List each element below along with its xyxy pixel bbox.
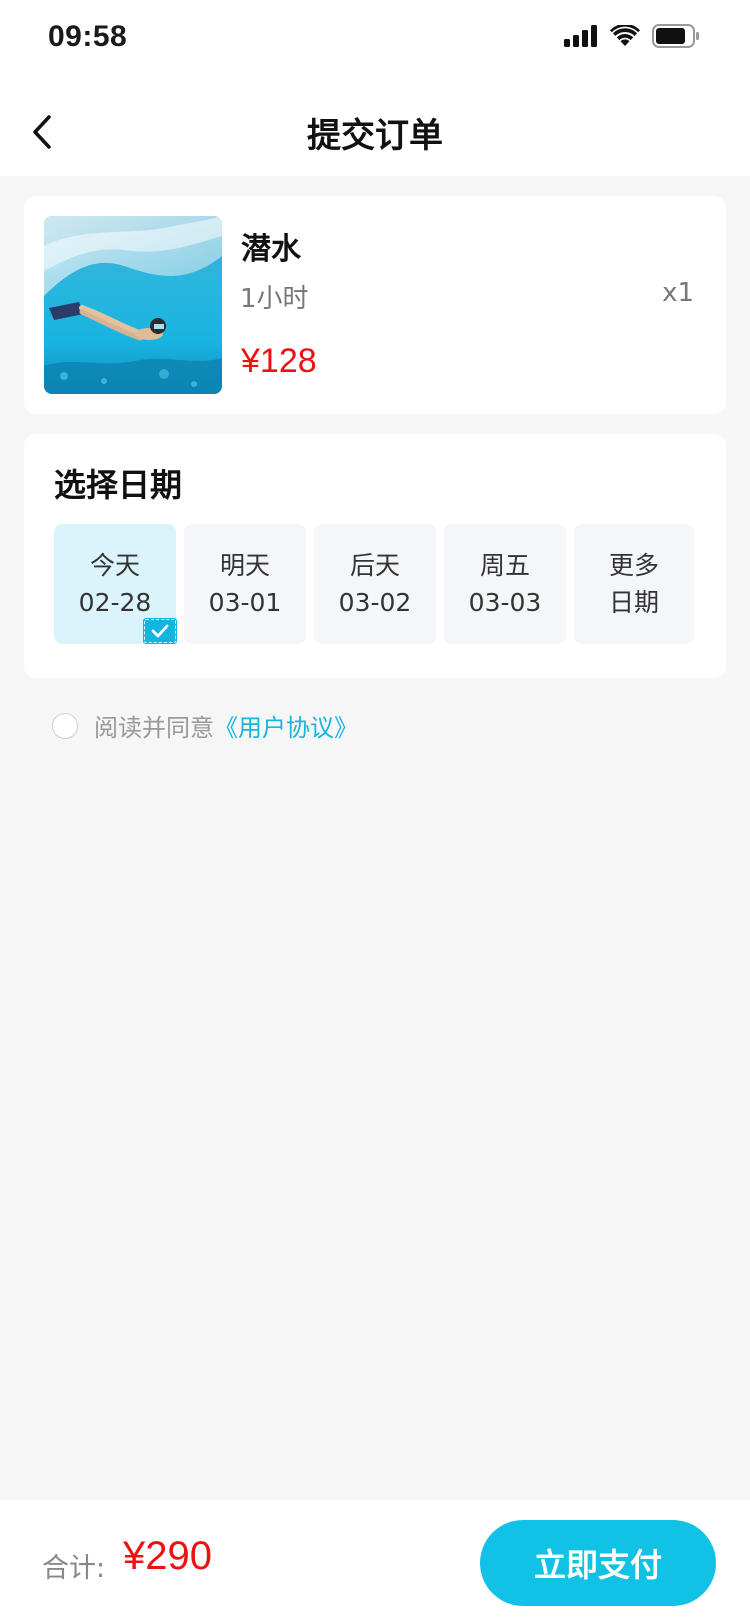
date-options: 今天 02-28 明天 03-01 后天 03-02 周五 03-03 更多 日… (54, 524, 694, 644)
total-amount: ¥290 (123, 1534, 212, 1578)
date-picker-card: 选择日期 今天 02-28 明天 03-01 后天 03-02 周五 03-03… (24, 434, 726, 678)
status-bar: 09:58 (0, 0, 750, 88)
page-title: 提交订单 (307, 116, 443, 156)
agreement-text: 阅读并同意 (94, 714, 214, 742)
total-label: 合计: (42, 1553, 106, 1584)
date-option-tomorrow[interactable]: 明天 03-01 (184, 524, 306, 644)
product-name: 潜水 (241, 232, 301, 267)
date-option-friday[interactable]: 周五 03-03 (444, 524, 566, 644)
date-option-more[interactable]: 更多 日期 (574, 524, 694, 644)
diver-photo (44, 216, 222, 394)
user-agreement-link[interactable]: 《用户协议》 (214, 708, 358, 743)
date-option-date: 03-02 (338, 588, 412, 617)
product-price: ¥128 (241, 342, 317, 380)
date-option-date: 03-01 (208, 588, 282, 617)
status-icons (564, 24, 700, 48)
date-option-date: 02-28 (78, 588, 152, 617)
date-option-more-line2: 日期 (608, 588, 659, 617)
product-duration: 1小时 (240, 284, 309, 314)
date-option-day: 明天 (219, 551, 270, 580)
date-option-date: 03-03 (468, 588, 542, 617)
pay-now-button[interactable]: 立即支付 (480, 1520, 716, 1606)
status-time: 09:58 (48, 20, 128, 53)
date-picker-title: 选择日期 (54, 466, 183, 504)
agreement-checkbox[interactable] (52, 712, 78, 739)
selected-check-badge (143, 618, 177, 644)
wifi-icon (610, 25, 640, 46)
product-quantity: x1 (662, 278, 694, 308)
checkmark-icon (151, 624, 169, 638)
agreement-row: 阅读并同意 《用户协议》 (52, 708, 358, 743)
date-option-day-after[interactable]: 后天 03-02 (314, 524, 436, 644)
bottom-bar: 合计: ¥290 立即支付 (0, 1500, 750, 1624)
product-card[interactable]: 潜水 1小时 x1 ¥128 (24, 196, 726, 414)
signal-icon (564, 25, 597, 47)
date-option-day: 今天 (89, 551, 140, 580)
date-option-day: 后天 (349, 551, 400, 580)
battery-icon (652, 24, 699, 48)
nav-bar: 提交订单 (0, 88, 750, 176)
date-option-more-line1: 更多 (608, 551, 659, 580)
date-option-today[interactable]: 今天 02-28 (54, 524, 177, 644)
submit-order-page: 09:58 提交订单 潜水 1小时 x1 ¥128 选择日期 今天 02-28 … (0, 0, 750, 1624)
date-option-day: 周五 (479, 551, 530, 580)
product-image (44, 216, 222, 394)
